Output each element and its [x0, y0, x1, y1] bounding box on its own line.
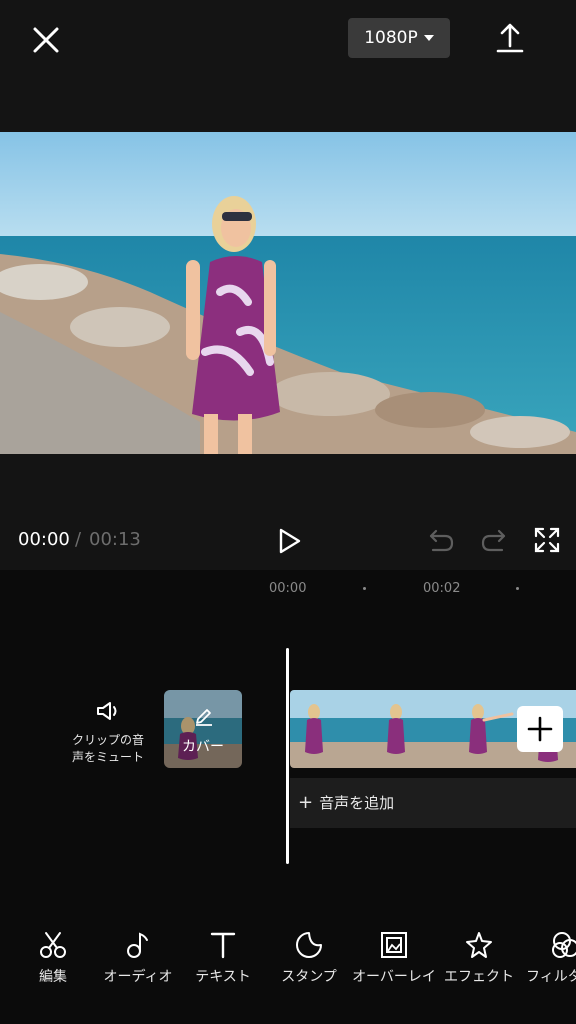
play-icon[interactable]	[274, 526, 304, 556]
timeline-tick: 00:00	[269, 581, 307, 596]
mute-label-line2: 声をミュート	[71, 750, 144, 764]
tool-label: スタンプ	[281, 969, 337, 985]
tool-label: エフェクト	[444, 969, 514, 985]
speaker-icon	[97, 702, 117, 720]
tool-filter[interactable]: フィルター	[520, 930, 576, 987]
clip-frame	[290, 690, 366, 768]
video-preview[interactable]	[0, 132, 576, 454]
tool-overlay[interactable]: オーバーレイ	[351, 930, 437, 987]
tool-label: オーディオ	[103, 969, 173, 985]
cover-button[interactable]: カバー	[164, 690, 242, 768]
overlay-icon	[381, 932, 407, 958]
tool-sticker[interactable]: スタンプ	[266, 930, 352, 987]
time-separator: /	[75, 529, 82, 550]
music-note-icon	[127, 932, 148, 958]
mute-clip-audio-button[interactable]: クリップの音 声をミュート	[62, 700, 154, 772]
text-icon	[210, 932, 236, 959]
caret-down-icon	[423, 35, 434, 41]
pencil-icon	[196, 709, 212, 726]
tool-text[interactable]: テキスト	[180, 930, 266, 987]
fullscreen-icon[interactable]	[534, 527, 560, 553]
filter-icon	[552, 932, 576, 958]
cover-thumbnail	[164, 690, 242, 768]
close-icon[interactable]	[28, 22, 64, 58]
tool-label: フィルター	[526, 969, 576, 985]
upload-icon[interactable]	[492, 20, 528, 56]
clip-frame	[366, 690, 442, 768]
tool-edit[interactable]: 編集	[10, 930, 96, 987]
top-bar	[0, 0, 576, 132]
add-audio-button[interactable]: + 音声を追加	[298, 792, 394, 813]
scissors-icon	[40, 932, 66, 958]
timeline-tick: 00:02	[423, 581, 461, 596]
tool-label: オーバーレイ	[352, 969, 436, 985]
tool-label: 編集	[39, 969, 67, 985]
tool-effect[interactable]: エフェクト	[436, 930, 522, 987]
undo-icon[interactable]	[427, 528, 455, 554]
resolution-label: 1080P	[364, 28, 418, 48]
clip-frame	[442, 690, 518, 768]
timeline-tick-dot	[363, 587, 366, 590]
effect-star-icon	[466, 932, 492, 958]
tool-audio[interactable]: オーディオ	[95, 930, 181, 987]
cover-label: カバー	[182, 739, 224, 755]
playhead[interactable]	[286, 648, 289, 864]
total-time: 00:13	[89, 529, 141, 550]
plus-icon: +	[298, 791, 314, 813]
add-clip-button[interactable]	[517, 706, 563, 752]
tool-label: テキスト	[195, 969, 251, 985]
timeline-tick-dot	[516, 587, 519, 590]
redo-icon[interactable]	[480, 528, 508, 554]
mute-label-line1: クリップの音	[71, 733, 144, 747]
add-audio-label: 音声を追加	[319, 794, 395, 812]
current-time: 00:00	[18, 529, 70, 550]
sticker-icon	[296, 932, 322, 958]
resolution-dropdown[interactable]: 1080P	[348, 18, 450, 58]
